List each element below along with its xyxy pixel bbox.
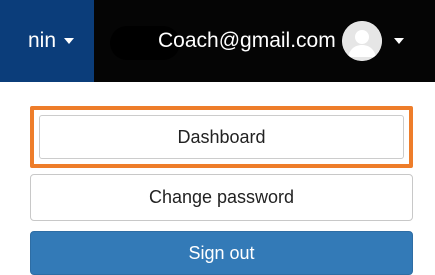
admin-menu-toggle[interactable]: nin [0,0,94,82]
user-email: Coach@gmail.com [158,29,336,52]
caret-down-icon [64,38,74,44]
change-password-button-label: Change password [148,187,295,207]
account-page: nin Coach@gmail.com Dashboard Change pas… [0,0,435,275]
top-navbar: nin Coach@gmail.com [0,0,435,82]
sign-out-button[interactable]: Sign out [30,231,413,275]
dashboard-button-label: Dashboard [177,126,266,147]
sign-out-button-label: Sign out [188,242,255,263]
user-avatar-icon [341,21,382,61]
change-password-button[interactable]: Change password [30,174,413,221]
dashboard-button[interactable]: Dashboard [30,106,413,168]
admin-menu-label: nin [27,29,56,52]
caret-down-icon [393,38,404,44]
user-menu-toggle[interactable]: Coach@gmail.com [158,0,404,82]
